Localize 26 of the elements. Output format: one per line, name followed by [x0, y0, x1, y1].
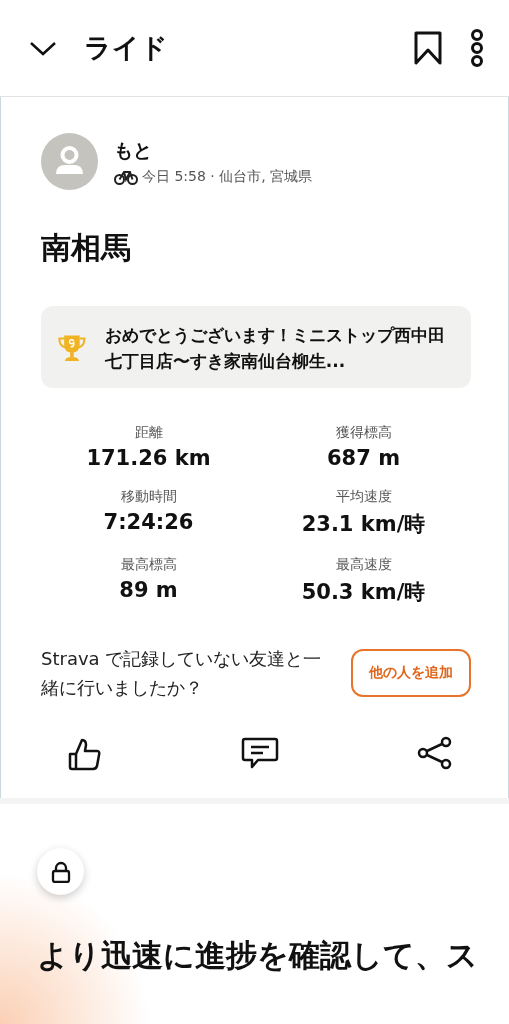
thumbs-up-button[interactable] — [67, 736, 103, 772]
stat-label: 距離 — [134, 424, 163, 442]
achievement-text: おめでとうございます！ミニストップ西中田七丁目店〜すき家南仙台柳生... — [104, 324, 446, 373]
athlete-name[interactable]: もと — [114, 138, 152, 161]
stat-value: 50.3 km/時 — [301, 579, 426, 606]
stat-value: 7:24:26 — [103, 510, 194, 534]
stat-label: 移動時間 — [120, 488, 177, 506]
stat-value: 171.26 km — [86, 446, 211, 470]
share-button[interactable] — [416, 736, 454, 772]
promo-title: より迅速に進捗を確認して、ス — [37, 936, 472, 975]
stat-label: 最高標高 — [120, 556, 177, 574]
activity-meta: 今日 5:58 · 仙台市, 宮城県 — [142, 167, 313, 186]
stat-value: 89 m — [119, 578, 178, 602]
stat-label: 平均速度 — [335, 488, 392, 506]
lock-icon — [50, 860, 71, 883]
stat-value: 687 m — [327, 446, 400, 470]
achievement-banner[interactable]: おめでとうございます！ミニストップ西中田七丁目店〜すき家南仙台柳生... — [41, 306, 471, 388]
tag-friends-prompt: Strava で記録していない友達と一緒に行いましたか？ — [41, 647, 323, 700]
more-options-button[interactable] — [469, 29, 485, 67]
stat-label: 最高速度 — [335, 556, 392, 574]
page-title: ライド — [84, 31, 169, 65]
stat-value: 23.1 km/時 — [301, 511, 426, 538]
bicycle-icon — [114, 168, 138, 185]
stat-label: 獲得標高 — [335, 424, 392, 442]
bookmark-button[interactable] — [413, 30, 443, 66]
activity-title: 南相馬 — [41, 229, 132, 267]
